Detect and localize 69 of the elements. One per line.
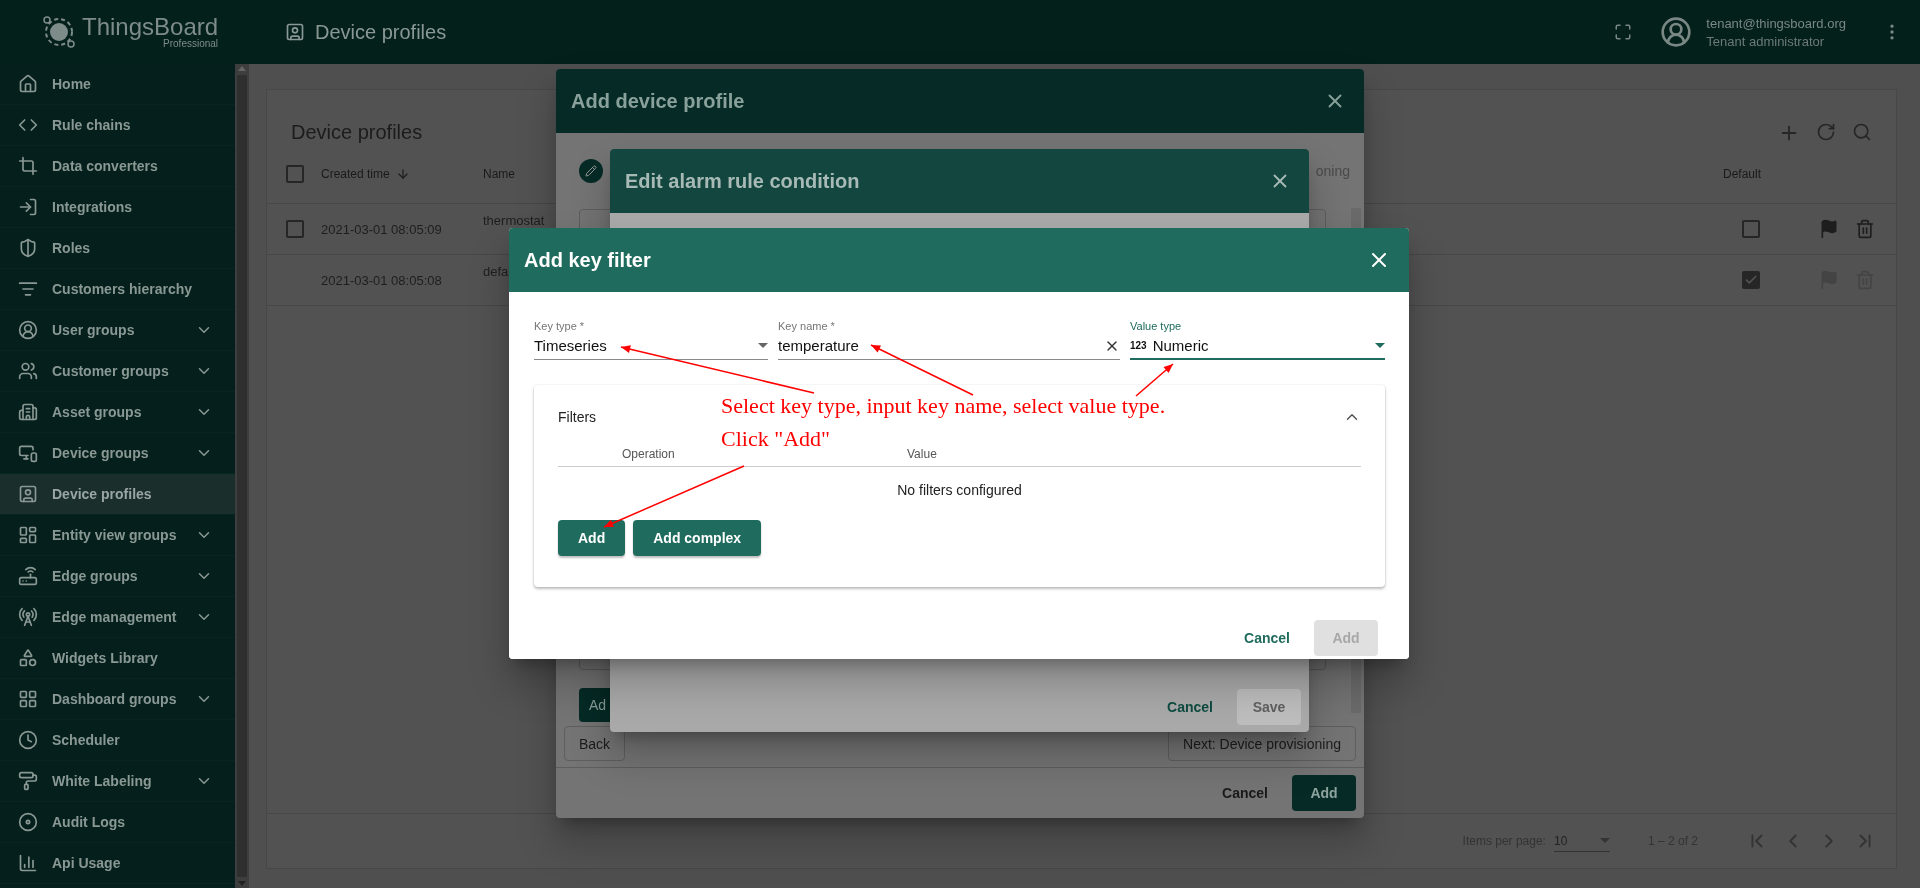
dialog-title: Add device profile [571,89,745,113]
shield-icon [18,238,38,258]
fullscreen-icon[interactable] [1614,23,1633,41]
logo-icon [42,15,76,49]
add-button[interactable]: Add complex [633,520,762,556]
dialog-title: Add key filter [524,248,651,272]
app-logo-text: ThingsBoard [82,15,219,39]
bar-chart-icon [18,853,38,873]
page-title: Device profiles [315,20,447,44]
login-icon [18,197,38,217]
list-icon [18,279,38,299]
panel-title: Filters [558,409,597,425]
shapes-icon [18,648,38,668]
sidebar-item[interactable]: Edge management [0,597,235,638]
dropdown-icon [758,343,768,348]
app-edition: Professional [163,39,219,49]
checkbox[interactable] [1742,271,1760,289]
check-icon [1744,273,1758,287]
profile-icon [18,484,38,504]
building-icon [18,402,38,422]
cancel-button[interactable]: Cancel [1240,622,1294,654]
devices-icon [18,443,38,463]
sort-icon [395,166,410,181]
scroll-down-icon[interactable] [238,881,246,886]
sidebar-item[interactable]: User groups [0,310,235,351]
scroll-up-icon[interactable] [238,66,246,71]
value-type-select[interactable]: Value type 123 Numeric [1130,316,1385,360]
checkbox[interactable] [286,220,304,238]
paint-roller-icon [18,771,38,791]
key-name-field[interactable]: Key name * temperature [778,316,1120,360]
dropdown-icon [1375,343,1385,348]
antenna-icon [18,607,38,627]
user-icon [18,320,38,340]
clock-icon [18,730,38,750]
profile-icon [285,22,305,42]
sidebar-item[interactable]: Asset groups [0,392,235,433]
users-icon [18,361,38,381]
router-icon [18,566,38,586]
column-header: Operation [621,447,676,461]
home-icon [18,74,38,94]
sidebar-item[interactable]: Entity view groups [0,515,235,556]
checkbox[interactable] [1742,220,1760,238]
grid-icon [18,689,38,709]
annotation-text: Select key type, input key name, select value type. [721,394,1166,418]
edit-step-icon [579,159,603,183]
cancel-button[interactable]: Cancel [1218,777,1272,809]
refresh-icon[interactable] [1816,122,1836,142]
column-header: Value [906,447,938,461]
annotation-arrow [1135,363,1174,397]
cancel-button[interactable]: Cancel [1163,691,1217,723]
disc-icon [18,812,38,832]
add-button[interactable]: Add [1292,775,1356,811]
dropdown-icon [1599,838,1610,843]
annotation-text: Click "Add" [721,427,831,451]
sidebar-item[interactable]: Dashboard groups [0,679,235,720]
add-button[interactable]: Add [558,520,626,556]
avatar-icon[interactable] [1660,16,1693,48]
dialog-title: Edit alarm rule condition [625,169,860,193]
user-email: tenant@thingsboard.org [1706,15,1846,31]
sidebar-item[interactable]: White Labeling [0,761,235,802]
crop-icon [18,156,38,176]
grid-icon [18,525,38,545]
empty-message: No filters configured [896,482,1023,498]
flag-icon[interactable] [1819,219,1839,239]
checkbox[interactable] [286,164,304,183]
search-icon[interactable] [1852,122,1872,142]
user-role: Tenant administrator [1706,33,1826,49]
delete-icon[interactable] [1855,219,1875,239]
sidebar-item[interactable]: Device profiles [0,474,235,515]
